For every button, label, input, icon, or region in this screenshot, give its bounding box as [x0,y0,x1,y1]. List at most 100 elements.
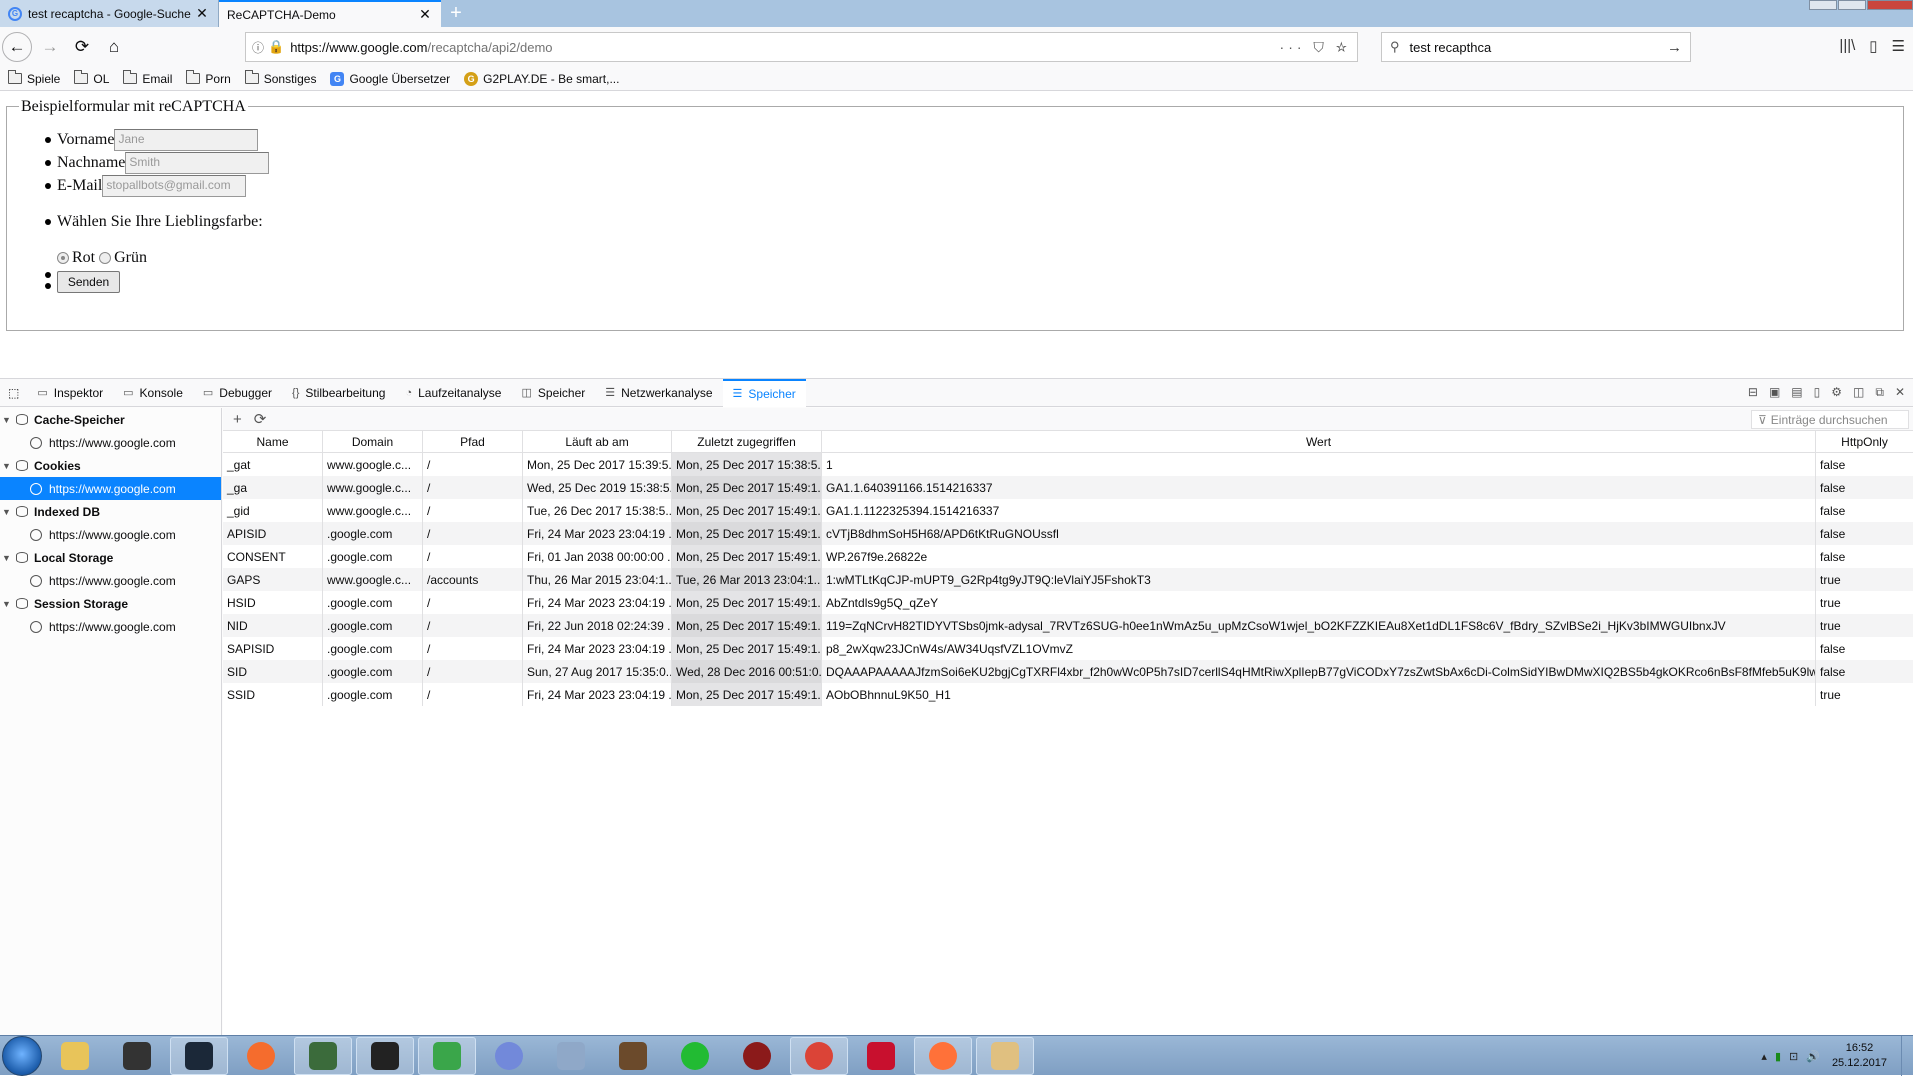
cell-expires[interactable]: Mon, 25 Dec 2017 15:39:5... [523,453,672,476]
undock-icon[interactable]: ⧉ [1875,385,1884,400]
taskbar-button-paint[interactable] [976,1036,1034,1075]
cell-name[interactable]: HSID [223,591,323,614]
bookmark-folder-porn[interactable]: Porn [186,70,231,86]
close-tab-icon[interactable]: ✕ [417,6,433,23]
radio-green[interactable] [99,252,112,264]
cell-last-accessed[interactable]: Wed, 28 Dec 2016 00:51:0... [672,660,822,683]
search-input[interactable]: test recapthca [1410,40,1492,55]
tree-category-local-storage[interactable]: ▼ Local Storage [0,546,221,569]
minimize-button[interactable] [1809,0,1837,10]
tab-recaptcha-demo[interactable]: ReCAPTCHA-Demo ✕ [219,0,441,27]
tree-category-indexeddb[interactable]: ▼ Indexed DB [0,500,221,523]
cell-domain[interactable]: .google.com [323,545,423,568]
table-row[interactable]: SID .google.com / Sun, 27 Aug 2017 15:35:0.… [223,660,1913,683]
last-name-input[interactable]: Smith [125,152,270,174]
cell-last-accessed[interactable]: Mon, 25 Dec 2017 15:49:1... [672,476,822,499]
cell-domain[interactable]: www.google.c... [323,453,423,476]
tab-google-search[interactable]: G test recaptcha - Google-Suche ✕ [0,0,219,27]
taskbar-button-game2[interactable] [728,1037,786,1075]
tree-category-session-storage[interactable]: ▼ Session Storage [0,592,221,615]
tree-host-session-storage[interactable]: https://www.google.com [0,615,221,638]
bookmark-g2play[interactable]: G G2PLAY.DE - Be smart,... [464,71,619,86]
table-row[interactable]: APISID .google.com / Fri, 24 Mar 2023 23:04… [223,522,1913,545]
expand-arrow-icon[interactable]: ▼ [2,599,14,609]
cell-value[interactable]: GA1.1.1122325394.1514216337 [822,499,1816,522]
sidebar-toggle-icon[interactable]: ▯ [1869,37,1877,55]
cell-expires[interactable]: Wed, 25 Dec 2019 15:38:5... [523,476,672,499]
taskbar-button-steam[interactable] [170,1036,228,1075]
tree-host-indexeddb[interactable]: https://www.google.com [0,523,221,546]
cell-domain[interactable]: .google.com [323,637,423,660]
cell-value[interactable]: cVTjB8dhmSoH5H68/APD6tKtRuGNOUssfl [822,522,1816,545]
cell-httponly[interactable]: false [1816,476,1913,499]
cell-path[interactable]: / [423,545,523,568]
taskbar-button-origin[interactable] [232,1037,290,1075]
expand-arrow-icon[interactable]: ▼ [2,507,14,517]
show-hidden-icons-icon[interactable]: ▴ [1761,1050,1767,1063]
screenshot-icon[interactable]: ▤ [1791,385,1802,400]
network-icon[interactable]: ⊡ [1789,1050,1798,1063]
cell-value[interactable]: 119=ZqNCrvH82TIDYVTSbs0jmk-adysal_7RVTz6… [822,614,1816,637]
cell-value[interactable]: DQAAAPAAAAAJfzmSoi6eKU2bgjCgTXRFl4xbr_f2… [822,660,1816,683]
settings-gear-icon[interactable]: ⚙ [1831,385,1842,400]
cell-name[interactable]: GAPS [223,568,323,591]
filter-input[interactable]: ⊽ Einträge durchsuchen [1751,410,1909,429]
table-row[interactable]: GAPS www.google.c.../accounts Thu, 26 Mar … [223,568,1913,591]
tree-host-local-storage[interactable]: https://www.google.com [0,569,221,592]
cell-httponly[interactable]: false [1816,545,1913,568]
cell-path[interactable]: / [423,499,523,522]
site-info-icon[interactable]: ⓘ [252,39,264,56]
cell-name[interactable]: SID [223,660,323,683]
bookmark-folder-ol[interactable]: OL [74,70,109,86]
cell-value[interactable]: 1:wMTLtKqCJP-mUPT9_G2Rp4tg9yJT9Q:leVlaiY… [822,568,1816,591]
radio-red[interactable] [57,252,69,264]
cell-last-accessed[interactable]: Tue, 26 Mar 2013 23:04:1... [672,568,822,591]
url-text[interactable]: https://www.google.com/recaptcha/api2/de… [290,40,1279,55]
cell-path[interactable]: /accounts [423,568,523,591]
cell-expires[interactable]: Fri, 01 Jan 2038 00:00:00 ... [523,545,672,568]
start-button[interactable] [2,1035,42,1076]
tree-host-cookies[interactable]: https://www.google.com [0,477,221,500]
tab-inspector[interactable]: ▭ Inspektor [27,379,113,407]
first-name-input[interactable]: Jane [114,129,259,151]
tree-host-cache[interactable]: https://www.google.com [0,431,221,454]
cell-domain[interactable]: www.google.c... [323,568,423,591]
cell-value[interactable]: p8_2wXqw23JCnW4s/AW34UqsfVZL1OVmvZ [822,637,1816,660]
expand-arrow-icon[interactable]: ▼ [2,461,14,471]
page-actions-icons[interactable]: ··· ⛉ ☆ [1280,39,1351,56]
cell-path[interactable]: / [423,683,523,706]
element-picker-button[interactable]: ⬚ [0,379,27,407]
cell-last-accessed[interactable]: Mon, 25 Dec 2017 15:49:1... [672,614,822,637]
cell-last-accessed[interactable]: Mon, 25 Dec 2017 15:49:1... [672,499,822,522]
column-header-last-accessed[interactable]: Zuletzt zugegriffen [672,431,822,452]
cell-httponly[interactable]: true [1816,683,1913,706]
cell-httponly[interactable]: true [1816,568,1913,591]
cell-value[interactable]: AObOBhnnuL9K50_H1 [822,683,1816,706]
refresh-icon[interactable]: ⟳ [254,410,267,428]
table-row[interactable]: _ga www.google.c... / Wed, 25 Dec 2019 15:3… [223,476,1913,499]
table-row[interactable]: SAPISID .google.com / Fri, 24 Mar 2023 23:0… [223,637,1913,660]
taskbar-button-runescape[interactable] [852,1037,910,1075]
cell-path[interactable]: / [423,453,523,476]
column-header-expires[interactable]: Läuft ab am [523,431,672,452]
cell-last-accessed[interactable]: Mon, 25 Dec 2017 15:49:1... [672,545,822,568]
cell-last-accessed[interactable]: Mon, 25 Dec 2017 15:49:1... [672,683,822,706]
cell-httponly[interactable]: false [1816,637,1913,660]
taskbar-button-discord[interactable] [480,1037,538,1075]
cell-httponly[interactable]: false [1816,499,1913,522]
taskbar-button-globe-app[interactable] [418,1036,476,1075]
radio-red-label[interactable]: Rot [72,249,95,267]
taskbar-button-library[interactable] [604,1037,662,1075]
cell-httponly[interactable]: true [1816,614,1913,637]
cell-last-accessed[interactable]: Mon, 25 Dec 2017 15:49:1... [672,637,822,660]
cell-last-accessed[interactable]: Mon, 25 Dec 2017 15:38:5... [672,453,822,476]
cell-httponly[interactable]: false [1816,453,1913,476]
back-button[interactable]: ← [2,32,32,62]
show-desktop-button[interactable] [1901,1036,1913,1076]
add-item-icon[interactable]: + [233,411,242,428]
tab-debugger[interactable]: ▭ Debugger [193,379,282,407]
taskbar-button-firefox[interactable] [914,1036,972,1075]
table-row[interactable]: HSID .google.com / Fri, 24 Mar 2023 23:04:1… [223,591,1913,614]
close-tab-icon[interactable]: ✕ [194,5,210,22]
tab-storage[interactable]: ☰ Speicher [722,378,806,407]
